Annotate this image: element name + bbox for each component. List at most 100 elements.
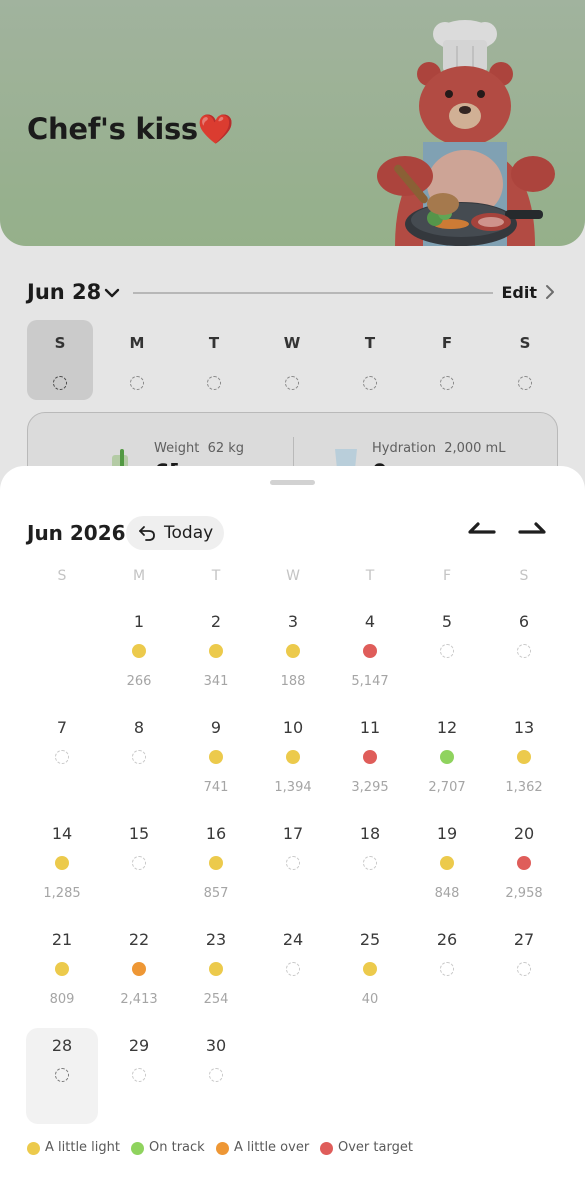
calendar-day-7[interactable]: 7 bbox=[26, 710, 98, 806]
day-number: 18 bbox=[359, 824, 381, 843]
arrow-left-icon[interactable] bbox=[466, 518, 496, 538]
sheet-drag-handle[interactable] bbox=[270, 480, 315, 485]
day-status-dot bbox=[209, 962, 223, 976]
calendar-day-11[interactable]: 11 3,295 bbox=[334, 710, 406, 806]
legend-label: A little over bbox=[234, 1140, 310, 1155]
calendar-day-16[interactable]: 16 857 bbox=[180, 816, 252, 912]
today-label: Today bbox=[164, 523, 214, 543]
calendar-day-8[interactable]: 8 bbox=[103, 710, 175, 806]
day-status-dot bbox=[363, 750, 377, 764]
day-calorie-value: 3,295 bbox=[351, 780, 389, 795]
day-number: 2 bbox=[210, 612, 222, 631]
calendar-day-5[interactable]: 5 bbox=[411, 604, 483, 700]
status-legend: A little light On track A little over Over … bbox=[27, 1140, 567, 1158]
day-status-dot bbox=[55, 962, 69, 976]
legend-dot bbox=[131, 1142, 144, 1155]
day-number: 15 bbox=[128, 824, 150, 843]
today-button[interactable]: Today bbox=[126, 516, 224, 550]
calendar-day-14[interactable]: 14 1,285 bbox=[26, 816, 98, 912]
day-calorie-value: 2,413 bbox=[120, 992, 158, 1007]
calendar-day-29[interactable]: 29 bbox=[103, 1028, 175, 1124]
calendar-day-27[interactable]: 27 bbox=[488, 922, 560, 1018]
calendar-day-9[interactable]: 9 741 bbox=[180, 710, 252, 806]
calendar-day-20[interactable]: 20 2,958 bbox=[488, 816, 560, 912]
day-calorie-value: 341 bbox=[203, 674, 229, 689]
calendar-day-1[interactable]: 1 266 bbox=[103, 604, 175, 700]
day-number: 25 bbox=[359, 930, 381, 949]
day-number: 24 bbox=[282, 930, 304, 949]
day-calorie-value: 188 bbox=[280, 674, 306, 689]
calendar-day-23[interactable]: 23 254 bbox=[180, 922, 252, 1018]
calendar-day-19[interactable]: 19 848 bbox=[411, 816, 483, 912]
day-status-dot bbox=[286, 856, 300, 870]
weekday-label: T bbox=[211, 568, 221, 584]
day-number: 30 bbox=[205, 1036, 227, 1055]
day-status-dot bbox=[286, 962, 300, 976]
day-status-dot bbox=[132, 750, 146, 764]
day-calorie-value: 2,707 bbox=[428, 780, 466, 795]
legend-label: Over target bbox=[338, 1140, 413, 1155]
day-status-dot bbox=[440, 750, 454, 764]
legend-label: On track bbox=[149, 1140, 205, 1155]
day-calorie-value: 741 bbox=[203, 780, 229, 795]
day-number: 26 bbox=[436, 930, 458, 949]
legend-dot bbox=[216, 1142, 229, 1155]
day-calorie-value: 809 bbox=[49, 992, 75, 1007]
day-status-dot bbox=[209, 856, 223, 870]
day-number: 10 bbox=[282, 718, 304, 737]
day-calorie-value: 40 bbox=[361, 992, 379, 1007]
day-calorie-value: 1,362 bbox=[505, 780, 543, 795]
day-number: 20 bbox=[513, 824, 535, 843]
day-calorie-value: 1,285 bbox=[43, 886, 81, 901]
calendar-day-17[interactable]: 17 bbox=[257, 816, 329, 912]
calendar-day-22[interactable]: 22 2,413 bbox=[103, 922, 175, 1018]
month-title: Jun 2026 bbox=[27, 521, 126, 545]
day-calorie-value: 2,958 bbox=[505, 886, 543, 901]
day-status-dot bbox=[363, 962, 377, 976]
calendar-day-13[interactable]: 13 1,362 bbox=[488, 710, 560, 806]
day-number: 22 bbox=[128, 930, 150, 949]
day-number: 6 bbox=[518, 612, 530, 631]
calendar-day-25[interactable]: 25 40 bbox=[334, 922, 406, 1018]
calendar-day-30[interactable]: 30 bbox=[180, 1028, 252, 1124]
day-number: 11 bbox=[359, 718, 381, 737]
day-number: 23 bbox=[205, 930, 227, 949]
calendar-day-18[interactable]: 18 bbox=[334, 816, 406, 912]
calendar-day-3[interactable]: 3 188 bbox=[257, 604, 329, 700]
day-status-dot bbox=[132, 1068, 146, 1082]
day-number: 9 bbox=[210, 718, 222, 737]
day-calorie-value: 1,394 bbox=[274, 780, 312, 795]
calendar-day-26[interactable]: 26 bbox=[411, 922, 483, 1018]
calendar-day-15[interactable]: 15 bbox=[103, 816, 175, 912]
day-status-dot bbox=[209, 1068, 223, 1082]
day-calorie-value: 857 bbox=[203, 886, 229, 901]
calendar-day-10[interactable]: 10 1,394 bbox=[257, 710, 329, 806]
day-number: 21 bbox=[51, 930, 73, 949]
calendar-day-2[interactable]: 2 341 bbox=[180, 604, 252, 700]
day-status-dot bbox=[209, 750, 223, 764]
day-calorie-value: 848 bbox=[434, 886, 460, 901]
arrow-right-icon[interactable] bbox=[518, 518, 548, 538]
day-status-dot bbox=[517, 962, 531, 976]
day-number: 1 bbox=[133, 612, 145, 631]
day-number: 13 bbox=[513, 718, 535, 737]
weekday-label: W bbox=[286, 568, 300, 584]
calendar-day-24[interactable]: 24 bbox=[257, 922, 329, 1018]
day-status-dot bbox=[132, 856, 146, 870]
day-calorie-value: 266 bbox=[126, 674, 152, 689]
calendar-day-6[interactable]: 6 bbox=[488, 604, 560, 700]
calendar-day-28[interactable]: 28 bbox=[26, 1028, 98, 1124]
legend-dot bbox=[27, 1142, 40, 1155]
calendar-day-12[interactable]: 12 2,707 bbox=[411, 710, 483, 806]
day-status-dot bbox=[55, 1068, 69, 1082]
calendar-day-21[interactable]: 21 809 bbox=[26, 922, 98, 1018]
calendar-sheet: Jun 2026 Today A little light On track A l… bbox=[0, 466, 585, 1200]
day-number: 29 bbox=[128, 1036, 150, 1055]
calendar-day-4[interactable]: 4 5,147 bbox=[334, 604, 406, 700]
day-number: 3 bbox=[287, 612, 299, 631]
day-status-dot bbox=[517, 750, 531, 764]
weekday-label: S bbox=[57, 568, 67, 584]
day-status-dot bbox=[55, 856, 69, 870]
weekday-label: T bbox=[365, 568, 375, 584]
day-status-dot bbox=[440, 644, 454, 658]
